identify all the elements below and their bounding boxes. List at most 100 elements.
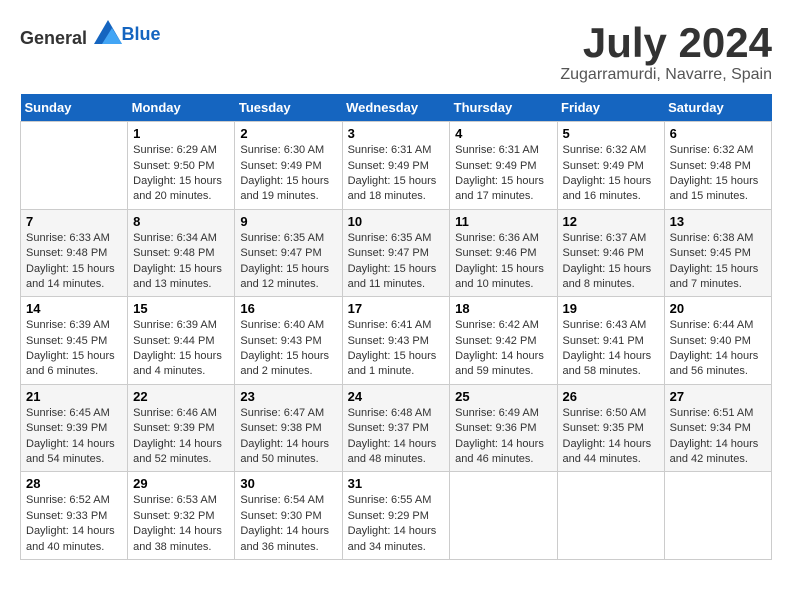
title-area: July 2024 Zugarramurdi, Navarre, Spain — [560, 20, 772, 84]
calendar-cell: 22Sunrise: 6:46 AM Sunset: 9:39 PM Dayli… — [128, 384, 235, 472]
day-info: Sunrise: 6:31 AM Sunset: 9:49 PM Dayligh… — [348, 143, 445, 205]
calendar-table: SundayMondayTuesdayWednesdayThursdayFrid… — [20, 94, 772, 560]
calendar-cell: 1Sunrise: 6:29 AM Sunset: 9:50 PM Daylig… — [128, 122, 235, 210]
day-info: Sunrise: 6:39 AM Sunset: 9:44 PM Dayligh… — [133, 318, 229, 380]
calendar-cell: 31Sunrise: 6:55 AM Sunset: 9:29 PM Dayli… — [342, 472, 450, 560]
day-header-monday: Monday — [128, 94, 235, 122]
day-info: Sunrise: 6:45 AM Sunset: 9:39 PM Dayligh… — [26, 406, 122, 468]
week-row-4: 21 Sunrise: 6:45 AM Sunset: 9:39 PM Dayli… — [21, 384, 772, 472]
day-number: 26 — [563, 389, 659, 404]
header: General Blue July 2024 Zugarramurdi, Nav… — [20, 20, 772, 84]
main-title: July 2024 — [560, 20, 772, 66]
day-info: Sunrise: 6:49 AM Sunset: 9:36 PM Dayligh… — [455, 406, 551, 468]
day-number: 2 — [240, 126, 336, 141]
calendar-cell: 30 Sunrise: 6:54 AM Sunset: 9:30 PM Dayli… — [235, 472, 342, 560]
day-header-tuesday: Tuesday — [235, 94, 342, 122]
day-number: 3 — [348, 126, 445, 141]
day-info: Sunrise: 6:39 AM Sunset: 9:45 PM Dayligh… — [26, 318, 122, 380]
day-info: Sunrise: 6:32 AM Sunset: 9:49 PM Dayligh… — [563, 143, 659, 205]
calendar-cell: 19 Sunrise: 6:43 AM Sunset: 9:41 PM Dayli… — [557, 297, 664, 385]
week-row-5: 28 Sunrise: 6:52 AM Sunset: 9:33 PM Dayli… — [21, 472, 772, 560]
day-header-thursday: Thursday — [450, 94, 557, 122]
day-number: 22 — [133, 389, 229, 404]
calendar-cell — [21, 122, 128, 210]
day-number: 24 — [348, 389, 445, 404]
day-info: Sunrise: 6:47 AM Sunset: 9:38 PM Dayligh… — [240, 406, 336, 468]
day-info: Sunrise: 6:50 AM Sunset: 9:35 PM Dayligh… — [563, 406, 659, 468]
logo: General Blue — [20, 20, 161, 49]
day-header-friday: Friday — [557, 94, 664, 122]
day-header-saturday: Saturday — [664, 94, 771, 122]
calendar-cell: 26 Sunrise: 6:50 AM Sunset: 9:35 PM Dayli… — [557, 384, 664, 472]
calendar-cell: 20Sunrise: 6:44 AM Sunset: 9:40 PM Dayli… — [664, 297, 771, 385]
day-number: 15 — [133, 301, 229, 316]
calendar-cell: 7Sunrise: 6:33 AM Sunset: 9:48 PM Daylig… — [21, 209, 128, 297]
day-info: Sunrise: 6:51 AM Sunset: 9:34 PM Dayligh… — [670, 406, 766, 468]
calendar-cell: 28 Sunrise: 6:52 AM Sunset: 9:33 PM Dayli… — [21, 472, 128, 560]
calendar-cell: 14 Sunrise: 6:39 AM Sunset: 9:45 PM Dayli… — [21, 297, 128, 385]
day-info: Sunrise: 6:35 AM Sunset: 9:47 PM Dayligh… — [240, 231, 336, 293]
day-info: Sunrise: 6:34 AM Sunset: 9:48 PM Dayligh… — [133, 231, 229, 293]
day-number: 28 — [26, 476, 122, 491]
day-info: Sunrise: 6:35 AM Sunset: 9:47 PM Dayligh… — [348, 231, 445, 293]
week-row-1: 1Sunrise: 6:29 AM Sunset: 9:50 PM Daylig… — [21, 122, 772, 210]
day-info: Sunrise: 6:43 AM Sunset: 9:41 PM Dayligh… — [563, 318, 659, 380]
calendar-cell: 15 Sunrise: 6:39 AM Sunset: 9:44 PM Dayli… — [128, 297, 235, 385]
day-number: 27 — [670, 389, 766, 404]
day-info: Sunrise: 6:41 AM Sunset: 9:43 PM Dayligh… — [348, 318, 445, 380]
calendar-cell: 6Sunrise: 6:32 AM Sunset: 9:48 PM Daylig… — [664, 122, 771, 210]
calendar-cell: 11Sunrise: 6:36 AM Sunset: 9:46 PM Dayli… — [450, 209, 557, 297]
calendar-cell: 5 Sunrise: 6:32 AM Sunset: 9:49 PM Daylig… — [557, 122, 664, 210]
day-info: Sunrise: 6:42 AM Sunset: 9:42 PM Dayligh… — [455, 318, 551, 380]
day-number: 12 — [563, 214, 659, 229]
day-number: 9 — [240, 214, 336, 229]
calendar-cell: 3 Sunrise: 6:31 AM Sunset: 9:49 PM Daylig… — [342, 122, 450, 210]
day-number: 29 — [133, 476, 229, 491]
day-info: Sunrise: 6:54 AM Sunset: 9:30 PM Dayligh… — [240, 493, 336, 555]
calendar-cell: 23Sunrise: 6:47 AM Sunset: 9:38 PM Dayli… — [235, 384, 342, 472]
day-number: 16 — [240, 301, 336, 316]
calendar-cell: 2 Sunrise: 6:30 AM Sunset: 9:49 PM Daylig… — [235, 122, 342, 210]
day-info: Sunrise: 6:31 AM Sunset: 9:49 PM Dayligh… — [455, 143, 551, 205]
calendar-cell — [557, 472, 664, 560]
day-number: 30 — [240, 476, 336, 491]
calendar-cell: 29Sunrise: 6:53 AM Sunset: 9:32 PM Dayli… — [128, 472, 235, 560]
day-info: Sunrise: 6:30 AM Sunset: 9:49 PM Dayligh… — [240, 143, 336, 205]
day-number: 13 — [670, 214, 766, 229]
day-number: 14 — [26, 301, 122, 316]
header-row: SundayMondayTuesdayWednesdayThursdayFrid… — [21, 94, 772, 122]
calendar-cell — [450, 472, 557, 560]
calendar-cell: 12 Sunrise: 6:37 AM Sunset: 9:46 PM Dayli… — [557, 209, 664, 297]
day-info: Sunrise: 6:48 AM Sunset: 9:37 PM Dayligh… — [348, 406, 445, 468]
day-number: 6 — [670, 126, 766, 141]
calendar-cell: 21 Sunrise: 6:45 AM Sunset: 9:39 PM Dayli… — [21, 384, 128, 472]
calendar-cell: 10 Sunrise: 6:35 AM Sunset: 9:47 PM Dayli… — [342, 209, 450, 297]
calendar-cell: 9 Sunrise: 6:35 AM Sunset: 9:47 PM Daylig… — [235, 209, 342, 297]
day-info: Sunrise: 6:37 AM Sunset: 9:46 PM Dayligh… — [563, 231, 659, 293]
calendar-cell: 4 Sunrise: 6:31 AM Sunset: 9:49 PM Daylig… — [450, 122, 557, 210]
day-header-wednesday: Wednesday — [342, 94, 450, 122]
day-info: Sunrise: 6:44 AM Sunset: 9:40 PM Dayligh… — [670, 318, 766, 380]
day-number: 7 — [26, 214, 122, 229]
calendar-cell: 25Sunrise: 6:49 AM Sunset: 9:36 PM Dayli… — [450, 384, 557, 472]
calendar-cell — [664, 472, 771, 560]
day-number: 21 — [26, 389, 122, 404]
calendar-cell: 18 Sunrise: 6:42 AM Sunset: 9:42 PM Dayli… — [450, 297, 557, 385]
calendar-cell: 16Sunrise: 6:40 AM Sunset: 9:43 PM Dayli… — [235, 297, 342, 385]
calendar-cell: 27 Sunrise: 6:51 AM Sunset: 9:34 PM Dayli… — [664, 384, 771, 472]
day-number: 10 — [348, 214, 445, 229]
day-info: Sunrise: 6:52 AM Sunset: 9:33 PM Dayligh… — [26, 493, 122, 555]
week-row-3: 14 Sunrise: 6:39 AM Sunset: 9:45 PM Dayli… — [21, 297, 772, 385]
day-number: 18 — [455, 301, 551, 316]
day-number: 19 — [563, 301, 659, 316]
logo-blue: Blue — [122, 24, 161, 44]
day-number: 4 — [455, 126, 551, 141]
day-info: Sunrise: 6:38 AM Sunset: 9:45 PM Dayligh… — [670, 231, 766, 293]
day-number: 17 — [348, 301, 445, 316]
day-number: 1 — [133, 126, 229, 141]
logo-icon — [94, 20, 122, 44]
logo-general: General — [20, 28, 87, 48]
calendar-cell: 17 Sunrise: 6:41 AM Sunset: 9:43 PM Dayli… — [342, 297, 450, 385]
day-number: 5 — [563, 126, 659, 141]
day-info: Sunrise: 6:36 AM Sunset: 9:46 PM Dayligh… — [455, 231, 551, 293]
